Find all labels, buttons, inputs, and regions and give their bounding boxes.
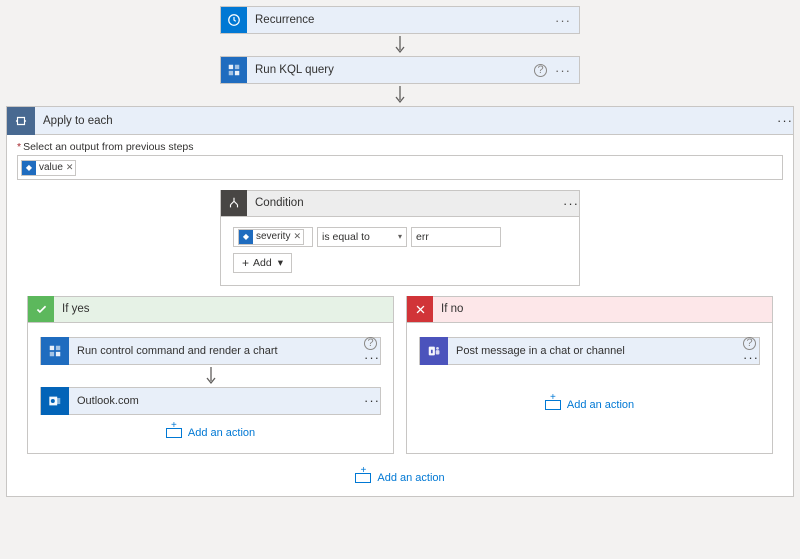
add-action-button[interactable]: Add an action [545,399,634,411]
branch-yes-label: If yes [54,303,97,315]
token-remove-icon[interactable]: ✕ [66,162,74,173]
condition-label: Condition [247,197,563,209]
more-icon[interactable]: ··· [555,13,571,28]
clock-icon [221,7,247,33]
branch-no: If no Post message in a chat or channel … [406,296,773,454]
connector-arrow [390,84,410,106]
condition-operand-left[interactable]: ◆ severity ✕ [233,227,313,247]
token-icon: ◆ [239,230,253,244]
token-severity[interactable]: ◆ severity ✕ [238,229,304,245]
add-action-button[interactable]: Add an action [17,472,783,484]
chevron-down-icon: ▾ [278,257,283,269]
action-outlook[interactable]: Outlook.com ··· [40,387,381,415]
outlook-icon [41,387,69,415]
trigger-recurrence[interactable]: Recurrence ··· [220,6,580,34]
more-icon[interactable]: ··· [364,350,380,365]
add-step-icon [355,473,371,483]
help-icon[interactable]: ? [534,64,547,77]
branch-no-label: If no [433,303,471,315]
more-icon[interactable]: ··· [364,393,380,408]
more-icon[interactable]: ··· [555,63,571,78]
branch-no-header[interactable]: If no [407,297,772,323]
more-icon[interactable]: ··· [563,196,579,211]
output-hint-label: Select an output from previous steps [17,141,783,153]
help-icon[interactable]: ? [743,337,756,350]
trigger-label: Recurrence [247,14,547,26]
more-icon[interactable]: ··· [743,350,759,365]
add-action-button[interactable]: Add an action [166,427,255,439]
add-step-icon [545,400,561,410]
branch-yes-header[interactable]: If yes [28,297,393,323]
action-run-kql[interactable]: Run KQL query ? ··· [220,56,580,84]
foreach-container: Apply to each ··· Select an output from … [6,106,794,497]
kusto-icon [41,337,69,365]
condition-header[interactable]: Condition ··· [221,191,579,217]
teams-icon [420,337,448,365]
more-icon[interactable]: ··· [777,113,793,128]
add-condition-button[interactable]: + Add ▾ [233,253,292,273]
branch-yes: If yes Run control command and render a … [27,296,394,454]
connector-arrow [390,34,410,56]
token-value[interactable]: ◆ value ✕ [21,160,76,176]
condition-card: Condition ··· ◆ severity ✕ is equal to ▾ [220,190,580,286]
add-step-icon [166,428,182,438]
loop-icon [7,107,35,135]
branch-icon [221,190,247,216]
kusto-icon [221,57,247,83]
token-remove-icon[interactable]: ✕ [293,231,301,242]
help-icon[interactable]: ? [364,337,377,350]
plus-icon: + [242,257,249,269]
action-teams-post[interactable]: Post message in a chat or channel ? ··· [419,337,760,365]
chevron-down-icon: ▾ [398,232,402,241]
condition-operator-select[interactable]: is equal to ▾ [317,227,407,247]
connector-arrow [201,365,221,387]
foreach-header[interactable]: Apply to each ··· [7,107,793,135]
kql-label: Run KQL query [247,64,526,76]
foreach-label: Apply to each [35,115,777,127]
close-icon [407,296,433,322]
condition-value-input[interactable]: err [411,227,501,247]
token-icon: ◆ [22,161,36,175]
check-icon [28,296,54,322]
output-token-field[interactable]: ◆ value ✕ [17,155,783,180]
action-run-control-command[interactable]: Run control command and render a chart ?… [40,337,381,365]
